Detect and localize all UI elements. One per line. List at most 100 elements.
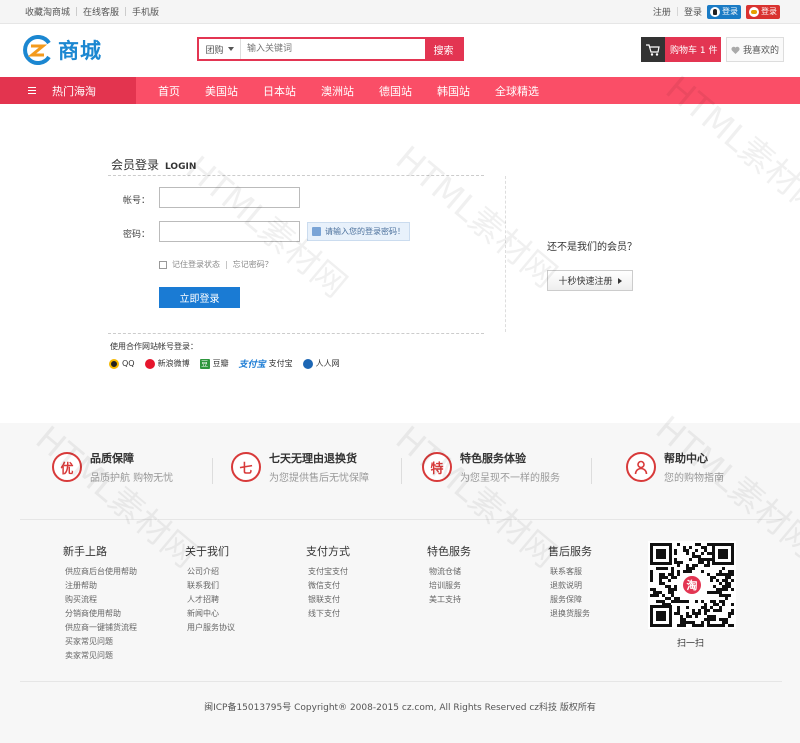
category-menu[interactable]: 热门海淘: [0, 77, 136, 104]
footer-link[interactable]: 人才招聘: [187, 593, 235, 607]
partner-weibo-label: 新浪微博: [157, 359, 190, 368]
qr-code: 淘: [648, 541, 736, 629]
footer-col-about: 关于我们 公司介绍 联系我们 人才招聘 新闻中心 用户服务协议: [185, 543, 235, 635]
footer-link[interactable]: 供应商后台使用帮助: [65, 565, 137, 579]
logo-icon: [23, 35, 51, 65]
favorites-button[interactable]: 我喜欢的: [726, 37, 784, 62]
remember-label[interactable]: 记住登录状态: [172, 259, 220, 270]
quick-register-button[interactable]: 十秒快速注册: [547, 270, 633, 291]
site-logo[interactable]: 商城: [22, 35, 102, 65]
footer-link[interactable]: 美工支持: [429, 593, 471, 607]
footer-link[interactable]: 公司介绍: [187, 565, 235, 579]
partner-renren[interactable]: 人人网: [302, 358, 340, 369]
footer-link[interactable]: 联系我们: [187, 579, 235, 593]
search-button[interactable]: 搜索: [425, 39, 462, 59]
footer-link[interactable]: 退款说明: [550, 579, 592, 593]
alipay-icon: 支付宝: [238, 360, 266, 370]
partner-alipay[interactable]: 支付宝 支付宝: [239, 357, 293, 370]
nav-item-japan[interactable]: 日本站: [263, 83, 296, 99]
password-input[interactable]: [159, 221, 300, 242]
footer-link[interactable]: 购买流程: [65, 593, 137, 607]
login-title-en: LOGIN: [165, 162, 197, 172]
register-link[interactable]: 注册: [653, 5, 671, 18]
login-link[interactable]: 登录: [684, 5, 702, 18]
qr-center-badge: 淘: [687, 578, 698, 592]
menu-icon: [28, 87, 36, 94]
footer-link[interactable]: 买家常见问题: [65, 635, 137, 649]
footer-link[interactable]: 联系客服: [550, 565, 592, 579]
footer-col-title: 售后服务: [548, 545, 592, 558]
footer-link[interactable]: 物流仓储: [429, 565, 471, 579]
service-title: 特色服务体验: [460, 452, 526, 465]
favorite-site-link[interactable]: 收藏淘商城: [25, 5, 70, 18]
footer-link[interactable]: 支付宝支付: [308, 565, 350, 579]
heart-icon: [731, 46, 740, 54]
seven-day-icon: 七: [231, 452, 261, 482]
service-subtitle: 您的购物指南: [664, 473, 724, 484]
footer-link[interactable]: 退换货服务: [550, 607, 592, 621]
nav-item-home[interactable]: 首页: [158, 83, 180, 99]
user-icon: [626, 452, 656, 482]
divider: [108, 333, 484, 334]
search-input[interactable]: [241, 39, 425, 59]
footer-link[interactable]: 注册帮助: [65, 579, 137, 593]
service-quality[interactable]: 优 品质保障 品质护航 购物无忧: [52, 450, 173, 484]
qq-login-button[interactable]: 登录: [707, 4, 741, 19]
footer-link[interactable]: 服务保障: [550, 593, 592, 607]
partner-renren-label: 人人网: [315, 359, 340, 368]
nav-item-us[interactable]: 美国站: [205, 83, 238, 99]
service-special[interactable]: 特 特色服务体验 为您呈现不一样的服务: [422, 450, 560, 484]
quick-register-label: 十秒快速注册: [558, 277, 613, 287]
partner-qq-label: QQ: [122, 359, 135, 368]
footer-link[interactable]: 线下支付: [308, 607, 350, 621]
partner-douban[interactable]: 豆 豆瓣: [199, 358, 229, 369]
category-menu-label: 热门海淘: [52, 84, 96, 98]
nav-item-korea[interactable]: 韩国站: [437, 83, 470, 99]
footer-link[interactable]: 用户服务协议: [187, 621, 235, 635]
footer-link[interactable]: 新闻中心: [187, 607, 235, 621]
account-label: 帐号：: [122, 196, 150, 206]
nav-item-australia[interactable]: 澳洲站: [321, 83, 354, 99]
login-submit-button[interactable]: 立即登录: [159, 287, 240, 308]
weibo-login-button[interactable]: 登录: [746, 4, 780, 19]
footer-link[interactable]: 培训服务: [429, 579, 471, 593]
footer-link[interactable]: 分销商使用帮助: [65, 607, 137, 621]
footer-link[interactable]: 微信支付: [308, 579, 350, 593]
nav-item-germany[interactable]: 德国站: [379, 83, 412, 99]
search-type-select[interactable]: 团购: [199, 39, 241, 59]
divider: [212, 458, 213, 484]
footer-col-title: 支付方式: [306, 545, 350, 558]
partner-qq[interactable]: QQ: [109, 358, 135, 369]
top-bar-account: 注册 | 登录 登录 登录: [653, 4, 780, 19]
password-tip: 请输入您的登录密码！: [307, 222, 410, 241]
mobile-version-link[interactable]: 手机版: [132, 5, 159, 18]
service-help[interactable]: 帮助中心 您的购物指南: [626, 450, 724, 484]
service-title: 品质保障: [90, 452, 134, 465]
divider: |: [675, 6, 679, 17]
nav-item-global[interactable]: 全球精选: [495, 83, 539, 99]
password-tip-text: 请输入您的登录密码！: [325, 227, 405, 236]
footer-col-aftersale: 售后服务 联系客服 退款说明 服务保障 退换货服务: [548, 543, 592, 621]
divider: [591, 458, 592, 484]
cart-button[interactable]: 购物车 1 件: [641, 37, 721, 62]
favorites-label: 我喜欢的: [742, 46, 779, 56]
footer-link[interactable]: 银联支付: [308, 593, 350, 607]
divider: [505, 176, 506, 332]
renren-icon: [302, 358, 313, 369]
service-return[interactable]: 七 七天无理由退换货 为您提供售后无忧保障: [231, 450, 369, 484]
footer-col-title: 新手上路: [63, 545, 107, 558]
footer-link[interactable]: 供应商一键铺货流程: [65, 621, 137, 635]
divider: [20, 519, 782, 520]
weibo-login-label: 登录: [761, 7, 777, 16]
forgot-password-link[interactable]: 忘记密码？: [233, 259, 273, 270]
account-input[interactable]: [159, 187, 300, 208]
partner-weibo[interactable]: 新浪微博: [144, 358, 190, 369]
qr-label: 扫一扫: [677, 639, 705, 649]
remember-checkbox[interactable]: [159, 260, 167, 269]
online-service-link[interactable]: 在线客服: [83, 5, 119, 18]
qq-icon: [710, 6, 720, 17]
caret-down-icon: [227, 47, 234, 51]
password-label: 密码：: [122, 230, 150, 240]
footer-link[interactable]: 卖家常见问题: [65, 649, 137, 663]
partner-login-title: 使用合作网站帐号登录：: [110, 342, 198, 351]
